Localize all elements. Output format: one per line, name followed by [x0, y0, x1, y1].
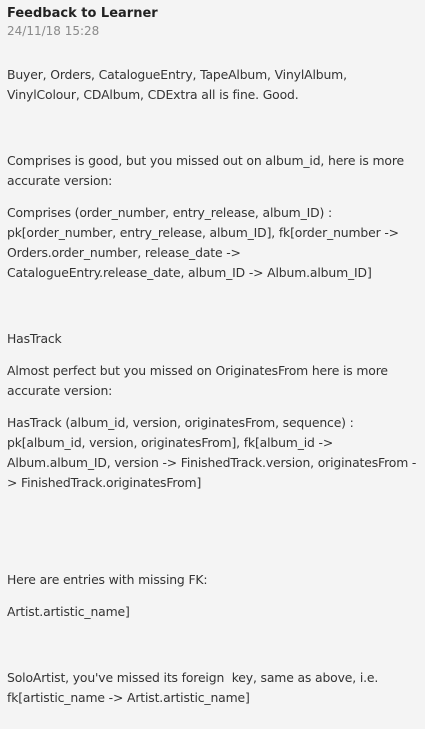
feedback-paragraph: Buyer, Orders, CatalogueEntry, TapeAlbum… — [7, 67, 351, 102]
feedback-body: Buyer, Orders, CatalogueEntry, TapeAlbum… — [7, 65, 418, 708]
feedback-paragraph: Artist.artistic_name] — [7, 604, 130, 619]
feedback-paragraph: Here are entries with missing FK: — [7, 572, 208, 587]
feedback-paragraph: Comprises is good, but you missed out on… — [7, 153, 408, 188]
feedback-paragraph: HasTrack — [7, 331, 62, 346]
feedback-paragraph: SoloArtist, you've missed its foreign ke… — [7, 670, 382, 705]
feedback-title: Feedback to Learner — [7, 6, 158, 21]
feedback-paragraph: Almost perfect but you missed on Origina… — [7, 363, 392, 398]
feedback-paragraph: HasTrack (album_id, version, originatesF… — [7, 415, 417, 490]
feedback-timestamp: 24/11/18 15:28 — [7, 24, 100, 38]
feedback-panel: Feedback to Learner 24/11/18 15:28 Buyer… — [0, 0, 425, 729]
feedback-paragraph: Comprises (order_number, entry_release, … — [7, 205, 403, 280]
